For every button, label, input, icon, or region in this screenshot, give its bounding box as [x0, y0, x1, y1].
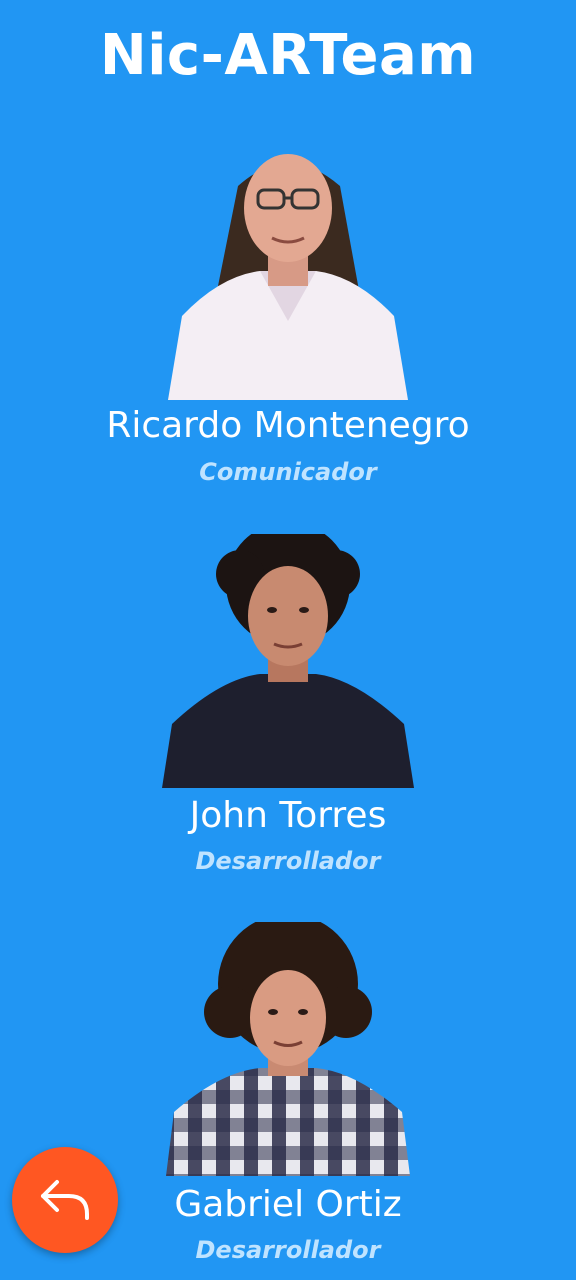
- member-name: Ricardo Montenegro: [106, 405, 470, 446]
- member-role: Comunicador: [199, 458, 377, 486]
- member-name: John Torres: [189, 795, 387, 836]
- team-screen: Nic-ARTeam Ricardo Montenegro Comunicado…: [0, 0, 576, 1280]
- member-photo-john: [160, 534, 416, 788]
- member-photo-ricardo: [160, 146, 416, 400]
- member-photo-gabriel: [160, 922, 416, 1176]
- back-button[interactable]: [12, 1147, 118, 1253]
- reply-arrow-icon: [35, 1168, 95, 1232]
- page-title: Nic-ARTeam: [99, 23, 477, 88]
- member-role: Desarrollador: [195, 847, 381, 875]
